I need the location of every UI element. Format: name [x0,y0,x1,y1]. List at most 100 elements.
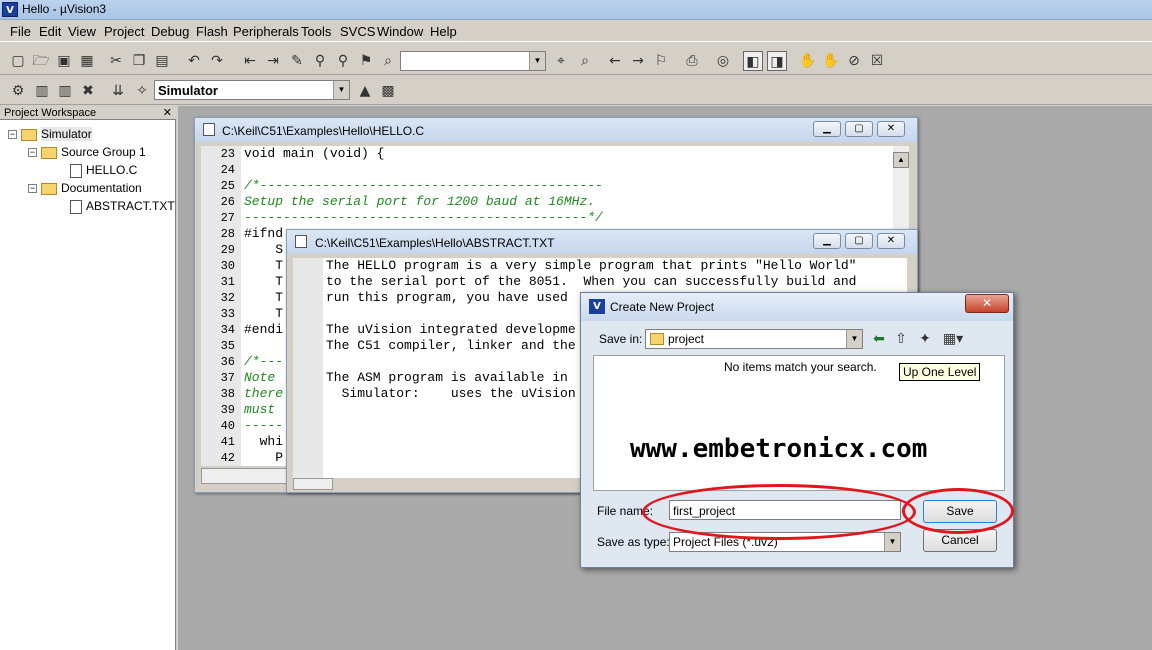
rebuild-icon[interactable]: ▥ [55,81,75,101]
translate-icon[interactable]: ⚙ [8,81,28,101]
load-icon[interactable]: ⇊ [108,81,128,101]
maximize-button[interactable]: ▢ [845,121,873,137]
close-icon[interactable]: ✕ [163,106,172,119]
save-in-label: Save in: [599,332,643,346]
forward-arrow-icon[interactable]: → [628,51,648,71]
browse-icon[interactable]: ⚐ [651,51,671,71]
open-folder-icon[interactable]: 🗁 [31,51,51,71]
line-number: 37 [220,371,235,385]
line-number: 30 [220,259,235,273]
horizontal-scrollbar[interactable] [293,478,333,490]
close-button[interactable]: ✕ [965,294,1009,313]
line-number: 35 [220,339,235,353]
save-icon[interactable]: ▣ [54,51,74,71]
menu-tools[interactable]: Tools [301,24,331,39]
tree-source-group[interactable]: − Source Group 1 [28,144,146,160]
collapse-icon[interactable]: − [28,148,37,158]
find-combo[interactable]: ▼ [400,51,546,71]
tree-file-hello[interactable]: HELLO.C [70,162,137,178]
chevron-down-icon[interactable]: ▼ [529,52,545,70]
debug-session-icon[interactable]: ◎ [713,51,733,71]
build-toolbar: ⚙ ▥ ▥ ✖ ⇊ ✧ Simulator ▼ ▲ ▩ [0,77,1152,105]
incremental-find-icon[interactable]: ⌕ [575,51,595,71]
document-icon [203,123,215,136]
collapse-icon[interactable]: − [8,130,17,140]
menu-help[interactable]: Help [430,24,457,39]
chevron-down-icon[interactable]: ▼ [884,533,900,551]
clear-bookmarks-icon[interactable]: ⚑ [356,51,376,71]
dialog-titlebar[interactable]: V Create New Project ✕ [581,293,1013,321]
back-arrow-icon[interactable]: ⬅ [869,329,889,349]
view-menu-icon[interactable]: ▦▾ [939,329,967,349]
print-icon[interactable]: ⎙ [682,51,702,71]
hand-config-icon[interactable]: ✋ [821,51,841,71]
find-in-files-icon[interactable]: ⌕ [378,51,398,71]
new-folder-icon[interactable]: ✦ [915,329,935,349]
build-icon[interactable]: ▥ [32,81,52,101]
close-button[interactable]: ✕ [877,233,905,249]
components-icon[interactable]: ▲ [355,81,375,101]
menu-edit[interactable]: Edit [39,24,61,39]
menu-bar: File Edit View Project Debug Flash Perip… [0,20,1152,42]
tree-root[interactable]: − Simulator [8,126,92,142]
paste-icon[interactable]: ▤ [152,51,172,71]
stop-hand-icon[interactable]: ⊘ [844,51,864,71]
menu-window[interactable]: Window [377,24,423,39]
copy-icon[interactable]: ❐ [129,51,149,71]
options-target-icon[interactable]: ✧ [132,81,152,101]
books-icon[interactable]: ▩ [378,81,398,101]
line-number: 38 [220,387,235,401]
editor-abstract-title: C:\Keil\C51\Examples\Hello\ABSTRACT.TXT [315,236,555,250]
target-select[interactable]: Simulator ▼ [154,80,350,100]
line-number: 24 [220,163,235,177]
target-folder-icon [21,128,37,141]
scroll-up-icon[interactable]: ▲ [893,152,909,168]
indent-icon[interactable]: ⇤ [240,51,260,71]
collapse-icon[interactable]: − [28,184,37,194]
menu-debug[interactable]: Debug [151,24,189,39]
bookmark-icon[interactable]: ✎ [287,51,307,71]
next-bookmark-icon[interactable]: ⚲ [310,51,330,71]
prev-bookmark-icon[interactable]: ⚲ [333,51,353,71]
save-in-select[interactable]: project ▼ [645,329,863,349]
redo-icon[interactable]: ↷ [207,51,227,71]
menu-peripherals[interactable]: Peripherals [233,24,299,39]
minimize-button[interactable]: ▁ [813,121,841,137]
text-line: to the serial port of the 8051. When you… [326,274,857,289]
workspace-toggle-icon[interactable]: ◧ [743,51,763,71]
back-arrow-icon[interactable]: ← [605,51,625,71]
undo-icon[interactable]: ↶ [184,51,204,71]
stop-build-icon[interactable]: ✖ [78,81,98,101]
margin [293,258,323,478]
kill-hand-icon[interactable]: ☒ [867,51,887,71]
text-line: The HELLO program is a very simple progr… [326,258,857,273]
target-select-value: Simulator [158,83,218,98]
menu-view[interactable]: View [68,24,96,39]
maximize-button[interactable]: ▢ [845,233,873,249]
chevron-down-icon[interactable]: ▼ [333,81,349,99]
close-button[interactable]: ✕ [877,121,905,137]
line-number: 25 [220,179,235,193]
tree-documentation[interactable]: − Documentation [28,180,142,196]
minimize-button[interactable]: ▁ [813,233,841,249]
find-icon[interactable]: ⌖ [551,51,571,71]
horizontal-scrollbar[interactable] [201,468,289,484]
save-all-icon[interactable]: ▦ [77,51,97,71]
chevron-down-icon[interactable]: ▼ [846,330,862,348]
cut-icon[interactable]: ✂ [106,51,126,71]
menu-flash[interactable]: Flash [196,24,228,39]
editor-abstract-titlebar[interactable]: C:\Keil\C51\Examples\Hello\ABSTRACT.TXT … [287,230,917,254]
new-file-icon[interactable]: ▢ [8,51,28,71]
hand-icon[interactable]: ✋ [798,51,818,71]
folder-icon [41,182,57,195]
menu-svcs[interactable]: SVCS [340,24,375,39]
tree-file-abstract[interactable]: ABSTRACT.TXT [70,198,175,214]
menu-file[interactable]: File [10,24,31,39]
menu-project[interactable]: Project [104,24,144,39]
up-folder-icon[interactable]: ⇧ [891,329,911,349]
file-toolbar: ▢ 🗁 ▣ ▦ ✂ ❐ ▤ ↶ ↷ ⇤ ⇥ ✎ ⚲ ⚲ ⚑ ⌕ ▼ ⌖ ⌕ ← … [0,47,1152,75]
editor-hello-titlebar[interactable]: C:\Keil\C51\Examples\Hello\HELLO.C ▁ ▢ ✕ [195,118,917,142]
unindent-icon[interactable]: ⇥ [263,51,283,71]
output-toggle-icon[interactable]: ◨ [767,51,787,71]
